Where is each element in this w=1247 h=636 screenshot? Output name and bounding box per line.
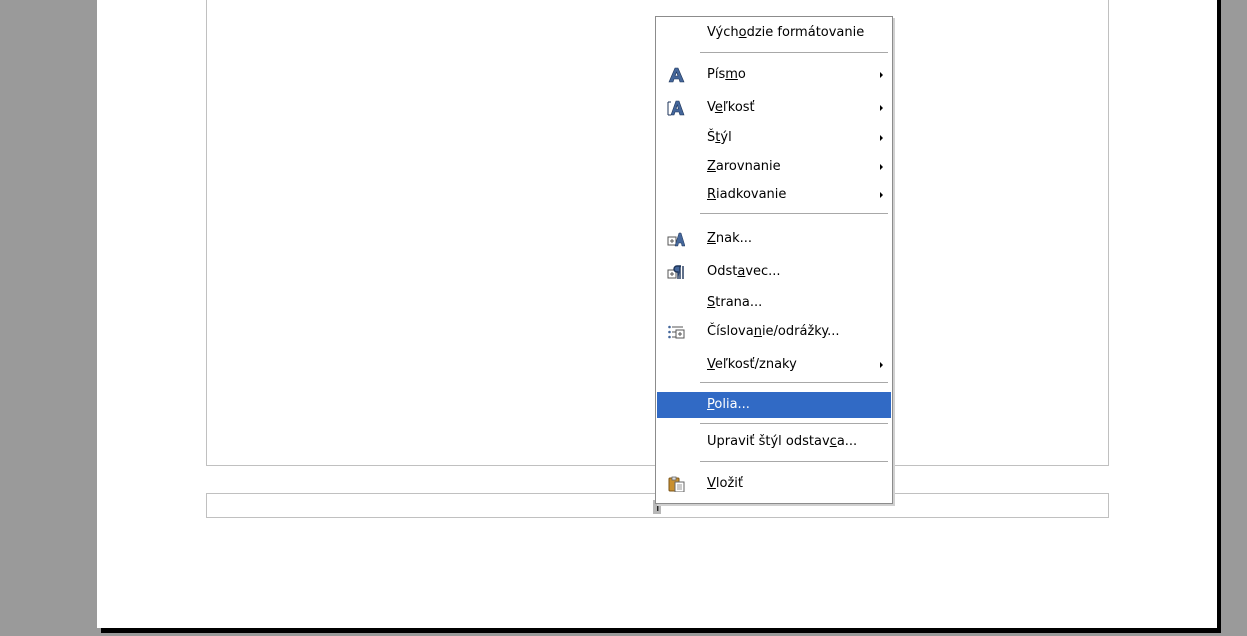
menu-separator — [700, 461, 888, 463]
character-icon — [667, 231, 685, 247]
numbering-icon — [667, 324, 685, 340]
menu-item-label: Veľkosť — [707, 100, 755, 115]
paragraph-icon — [667, 264, 685, 280]
submenu-arrow-icon — [880, 135, 883, 141]
menu-item-edit-paragraph-style[interactable]: Upraviť štýl odstavca... — [657, 431, 891, 453]
font-icon — [667, 67, 685, 83]
menu-item-character[interactable]: Znak... — [657, 228, 891, 250]
menu-item-case-characters[interactable]: Veľkosť/znaky — [657, 354, 891, 376]
menu-item-label: Zarovnanie — [707, 159, 781, 174]
menu-item-label: Východzie formátovanie — [707, 25, 865, 40]
menu-item-label: Vložiť — [707, 476, 744, 491]
menu-item-label: Strana... — [707, 295, 763, 310]
submenu-arrow-icon — [880, 362, 883, 368]
submenu-arrow-icon — [880, 72, 883, 78]
menu-item-label: Veľkosť/znaky — [707, 357, 797, 372]
menu-item-label: Znak... — [707, 231, 753, 246]
menu-item-paste[interactable]: Vložiť — [657, 473, 891, 495]
menu-item-label: Odstavec... — [707, 264, 781, 279]
menu-separator — [700, 213, 888, 215]
menu-item-label: Polia... — [707, 397, 750, 412]
menu-item-fields[interactable]: Polia... — [657, 392, 891, 418]
menu-item-label: Číslovanie/odrážky... — [707, 324, 840, 339]
menu-item-page[interactable]: Strana... — [657, 292, 891, 314]
menu-separator — [700, 52, 888, 54]
font-size-icon — [667, 100, 685, 116]
menu-item-alignment[interactable]: Zarovnanie — [657, 156, 891, 178]
menu-separator — [700, 423, 888, 425]
menu-separator — [700, 382, 888, 384]
menu-item-paragraph[interactable]: Odstavec... — [657, 261, 891, 283]
menu-item-style[interactable]: Štýl — [657, 127, 891, 149]
submenu-arrow-icon — [880, 105, 883, 111]
menu-item-label: Štýl — [707, 130, 732, 145]
menu-item-label: Upraviť štýl odstavca... — [707, 434, 858, 449]
menu-item-size[interactable]: Veľkosť — [657, 97, 891, 119]
menu-item-numbering-bullets[interactable]: Číslovanie/odrážky... — [657, 321, 891, 343]
context-menu: Východzie formátovanie Písmo Veľkosť Štý… — [655, 16, 893, 504]
submenu-arrow-icon — [880, 164, 883, 170]
paste-icon — [667, 476, 685, 492]
menu-item-font[interactable]: Písmo — [657, 64, 891, 86]
menu-item-label: Riadkovanie — [707, 187, 787, 202]
menu-item-line-spacing[interactable]: Riadkovanie — [657, 184, 891, 206]
menu-item-label: Písmo — [707, 67, 746, 82]
submenu-arrow-icon — [880, 192, 883, 198]
menu-item-default-formatting[interactable]: Východzie formátovanie — [657, 22, 891, 44]
